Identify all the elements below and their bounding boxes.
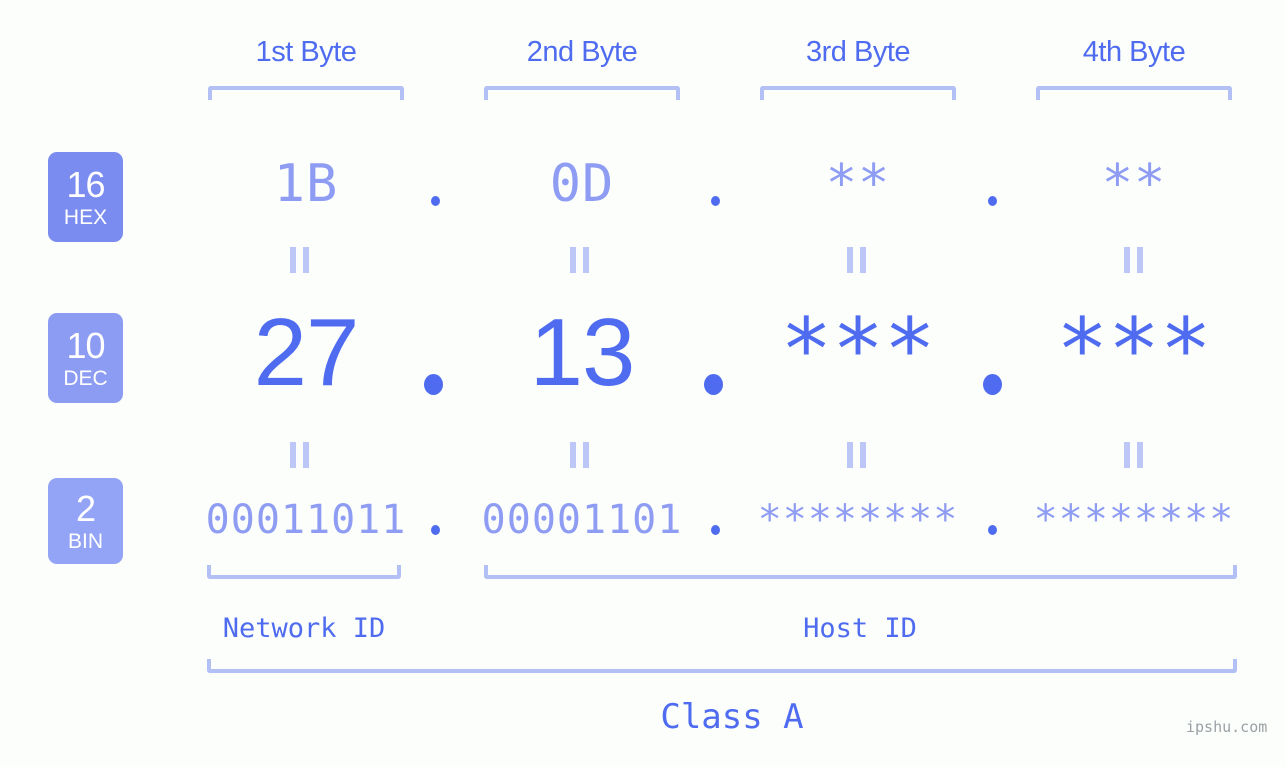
class-label: Class A <box>660 697 804 737</box>
host-id-label: Host ID <box>803 613 917 644</box>
radix-badge-bin-number: 2 <box>75 487 96 529</box>
bin-byte-4: ******** <box>1033 497 1235 543</box>
hex-separator-dot-2 <box>711 196 720 206</box>
radix-badge-dec-abbr: DEC <box>63 366 108 390</box>
radix-badge-hex-number: 16 <box>66 163 105 205</box>
network-id-label: Network ID <box>222 613 386 644</box>
ip-address-breakdown-diagram: 1st Byte 2nd Byte 3rd Byte 4th Byte 16 H… <box>0 0 1285 767</box>
bin-byte-3: ******** <box>757 497 959 543</box>
equivalence-bars-4-hex-dec <box>1124 247 1143 273</box>
equivalence-bars-3-dec-bin <box>847 442 866 468</box>
bin-separator-dot-3 <box>988 525 997 535</box>
byte-header-1: 1st Byte <box>255 36 357 68</box>
bin-separator-dot-1 <box>431 525 440 535</box>
hex-byte-3: ** <box>825 154 891 214</box>
radix-badge-hex: 16 HEX <box>48 152 123 242</box>
byte-bracket-4 <box>1036 86 1232 100</box>
byte-header-2: 2nd Byte <box>526 36 638 68</box>
radix-badge-bin-abbr: BIN <box>67 529 103 553</box>
hex-byte-4: ** <box>1101 154 1167 214</box>
equivalence-bars-4-dec-bin <box>1124 442 1143 468</box>
radix-badge-hex-abbr: HEX <box>63 205 108 229</box>
hex-separator-dot-3 <box>988 196 997 206</box>
dec-byte-1: 27 <box>253 299 360 406</box>
dec-separator-dot-3 <box>983 374 1002 395</box>
hex-byte-2: 0D <box>549 154 615 214</box>
dec-byte-3: *** <box>780 300 936 400</box>
dec-byte-2: 13 <box>529 299 636 406</box>
byte-bracket-1 <box>208 86 404 100</box>
hex-byte-1: 1B <box>273 154 339 214</box>
bin-byte-2: 00001101 <box>481 497 683 543</box>
equivalence-bars-1-dec-bin <box>290 442 309 468</box>
host-id-bracket <box>484 565 1237 579</box>
equivalence-bars-3-hex-dec <box>847 247 866 273</box>
equivalence-bars-2-dec-bin <box>570 442 589 468</box>
dec-byte-4: *** <box>1056 300 1212 400</box>
byte-bracket-2 <box>484 86 680 100</box>
equivalence-bars-2-hex-dec <box>570 247 589 273</box>
equivalence-bars-1-hex-dec <box>290 247 309 273</box>
byte-header-4: 4th Byte <box>1082 36 1186 68</box>
radix-badge-dec: 10 DEC <box>48 313 123 403</box>
byte-bracket-3 <box>760 86 956 100</box>
bin-byte-1: 00011011 <box>205 497 407 543</box>
dec-separator-dot-1 <box>424 374 443 395</box>
network-id-bracket <box>207 565 401 579</box>
dec-separator-dot-2 <box>704 374 723 395</box>
radix-badge-bin: 2 BIN <box>48 478 123 564</box>
hex-separator-dot-1 <box>431 196 440 206</box>
class-bracket <box>207 659 1237 673</box>
bin-separator-dot-2 <box>711 525 720 535</box>
radix-badge-dec-number: 10 <box>66 324 105 366</box>
byte-header-3: 3rd Byte <box>806 36 911 68</box>
site-watermark: ipshu.com <box>1186 718 1268 736</box>
